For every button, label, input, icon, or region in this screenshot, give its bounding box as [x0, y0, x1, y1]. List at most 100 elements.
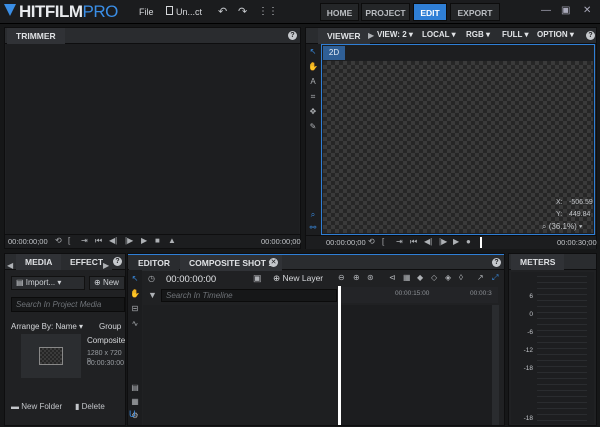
hand-tool-icon[interactable]: ✋: [307, 61, 319, 73]
tab-viewer[interactable]: VIEWER: [318, 28, 370, 44]
tab-edit[interactable]: EDIT: [413, 3, 447, 21]
tab-back-icon[interactable]: ◀: [7, 258, 13, 274]
trimmer-insert-icon[interactable]: ⇥: [81, 236, 88, 245]
help-icon[interactable]: ?: [288, 31, 297, 40]
close-tab-icon[interactable]: ✕: [269, 258, 278, 267]
tab-trimmer[interactable]: TRIMMER: [7, 28, 65, 44]
link-tool-icon[interactable]: ⚯: [307, 222, 319, 234]
quality-dropdown[interactable]: FULL ▾: [502, 28, 529, 42]
add-media-icon[interactable]: ▣: [253, 273, 262, 284]
select-tool-icon[interactable]: ↖: [129, 273, 141, 285]
expand-icon[interactable]: ⤢: [492, 273, 498, 283]
group-dropdown[interactable]: Group: [99, 322, 121, 331]
snap-magnet-icon[interactable]: U: [129, 409, 136, 419]
file-menu[interactable]: File: [139, 7, 154, 17]
viewer-step-forward-icon[interactable]: |▶: [439, 237, 447, 246]
new-button[interactable]: ⊕ New: [89, 276, 125, 290]
timeline-scrollbar[interactable]: [492, 305, 499, 425]
media-item-thumbnail[interactable]: [21, 334, 81, 378]
option-dropdown[interactable]: OPTION ▾: [537, 28, 574, 42]
keyframe-add-icon[interactable]: ◇: [431, 273, 437, 282]
help-icon[interactable]: ?: [113, 257, 122, 266]
grid-icon[interactable]: ▦: [403, 273, 411, 282]
zoom-tool-icon[interactable]: ⌕: [307, 209, 319, 221]
trimmer-step-back-icon[interactable]: ◀|: [109, 236, 117, 245]
view-dropdown[interactable]: VIEW: 2 ▾: [377, 28, 413, 42]
viewer-mark-in-icon[interactable]: [: [382, 237, 384, 246]
viewer-loop-icon[interactable]: ⟲: [368, 237, 375, 246]
close-icon[interactable]: ✕: [583, 5, 591, 16]
space-dropdown[interactable]: LOCAL ▾: [422, 28, 456, 42]
select-tool-icon[interactable]: ↖: [307, 46, 319, 58]
keyframe-linear-icon[interactable]: ◊: [459, 273, 463, 282]
tab-export[interactable]: EXPORT: [450, 3, 500, 21]
hand-tool-icon[interactable]: ✋: [129, 288, 141, 300]
zoom-out-icon[interactable]: ⊖: [338, 273, 345, 282]
text-tool-icon[interactable]: A: [307, 76, 319, 88]
media-item-name[interactable]: Composite: [87, 336, 125, 345]
tab-composite-shot[interactable]: COMPOSITE SHOT 1: [180, 255, 283, 271]
trimmer-go-start-icon[interactable]: ⏮: [95, 236, 102, 246]
timeline-track-area[interactable]: [340, 305, 492, 425]
project-name[interactable]: Un...ct: [176, 7, 202, 17]
mode-badge[interactable]: 2D: [323, 46, 345, 60]
redo-icon[interactable]: ↷: [238, 5, 247, 18]
minimize-icon[interactable]: —: [541, 5, 551, 16]
tab-home[interactable]: HOME: [320, 3, 359, 21]
render-tool-icon[interactable]: ▦: [129, 396, 141, 408]
prev-keyframe-icon[interactable]: ⊲: [389, 273, 396, 282]
trimmer-mark-in-icon[interactable]: [: [68, 236, 70, 245]
layers-list[interactable]: [143, 305, 340, 425]
timeline-search-input[interactable]: Search In Timeline: [161, 289, 337, 302]
arrange-dropdown[interactable]: Arrange By: Name ▾: [11, 322, 83, 331]
graph-icon[interactable]: ↗: [477, 273, 484, 282]
tab-meters[interactable]: METERS: [511, 254, 565, 270]
help-icon[interactable]: ?: [586, 31, 595, 40]
viewer-step-back-icon[interactable]: ◀|: [424, 237, 432, 246]
editor-timecode[interactable]: 00:00:00:00: [166, 274, 216, 285]
color-dropdown[interactable]: RGB ▾: [466, 28, 490, 42]
transform-tool-icon[interactable]: ✥: [307, 106, 319, 118]
curve-tool-icon[interactable]: ∿: [129, 318, 141, 330]
trimmer-step-forward-icon[interactable]: |▶: [125, 236, 133, 245]
viewer-controls: 00:00:00;00 ⟲ [ ⇥ ⏮ ◀| |▶ ▶ ● 00:00:30;0…: [306, 235, 597, 249]
grid-menu-icon[interactable]: ⋮⋮: [258, 6, 278, 17]
film-tool-icon[interactable]: ▤: [129, 382, 141, 394]
new-folder-button[interactable]: ▬ New Folder: [11, 402, 62, 411]
pen-tool-icon[interactable]: ✎: [307, 121, 319, 133]
viewer-go-start-icon[interactable]: ⏮: [410, 237, 417, 247]
zoom-in-icon[interactable]: ⊕: [353, 273, 360, 282]
viewer-play-icon[interactable]: ▶: [453, 237, 459, 246]
timeline-playhead[interactable]: [338, 286, 341, 425]
new-layer-button[interactable]: ⊕ New Layer: [273, 273, 323, 284]
undo-icon[interactable]: ↶: [218, 5, 227, 18]
slip-tool-icon[interactable]: ⊟: [129, 303, 141, 315]
tab-media[interactable]: MEDIA: [16, 254, 62, 270]
keyframe-ease-icon[interactable]: ◈: [445, 273, 451, 282]
zoom-dropdown[interactable]: ⌕ (36.1%) ▾: [542, 222, 582, 232]
viewer-stop-icon[interactable]: ●: [466, 237, 471, 246]
help-icon[interactable]: ?: [492, 258, 501, 267]
timeline-ruler[interactable]: 00:00:15:00 00:00:3: [340, 287, 498, 303]
fit-icon[interactable]: ⊛: [367, 273, 374, 282]
keyframe-icon[interactable]: ◆: [417, 273, 423, 282]
media-search-input[interactable]: Search In Project Media: [11, 297, 125, 312]
trimmer-stop-icon[interactable]: ■: [155, 236, 160, 245]
import-button[interactable]: ▤ Import... ▾: [11, 276, 85, 290]
trimmer-play-icon[interactable]: ▶: [141, 236, 147, 245]
restore-icon[interactable]: ▣: [561, 5, 570, 16]
viewer-playhead[interactable]: [480, 237, 482, 248]
delete-button[interactable]: ▮ Delete: [75, 402, 105, 411]
crop-tool-icon[interactable]: ⌗: [307, 91, 319, 103]
tab-project[interactable]: PROJECT: [361, 3, 410, 21]
filter-icon[interactable]: ▼: [148, 290, 157, 300]
trimmer-snapshot-icon[interactable]: ▲: [168, 236, 176, 245]
tab-forward-icon[interactable]: ▶: [103, 258, 109, 274]
tab-editor[interactable]: EDITOR: [129, 255, 179, 271]
save-icon[interactable]: [166, 6, 173, 15]
tab-overflow-icon[interactable]: ▶: [368, 28, 374, 44]
viewer-viewport[interactable]: 2D X: -506.59 Y: 449.84: [321, 44, 595, 235]
viewer-insert-icon[interactable]: ⇥: [396, 237, 403, 246]
top-bar: HITFILMPRO File Un...ct ↶ ↷ ⋮⋮ HOME PROJ…: [0, 0, 600, 24]
trimmer-loop-icon[interactable]: ⟲: [55, 236, 62, 245]
